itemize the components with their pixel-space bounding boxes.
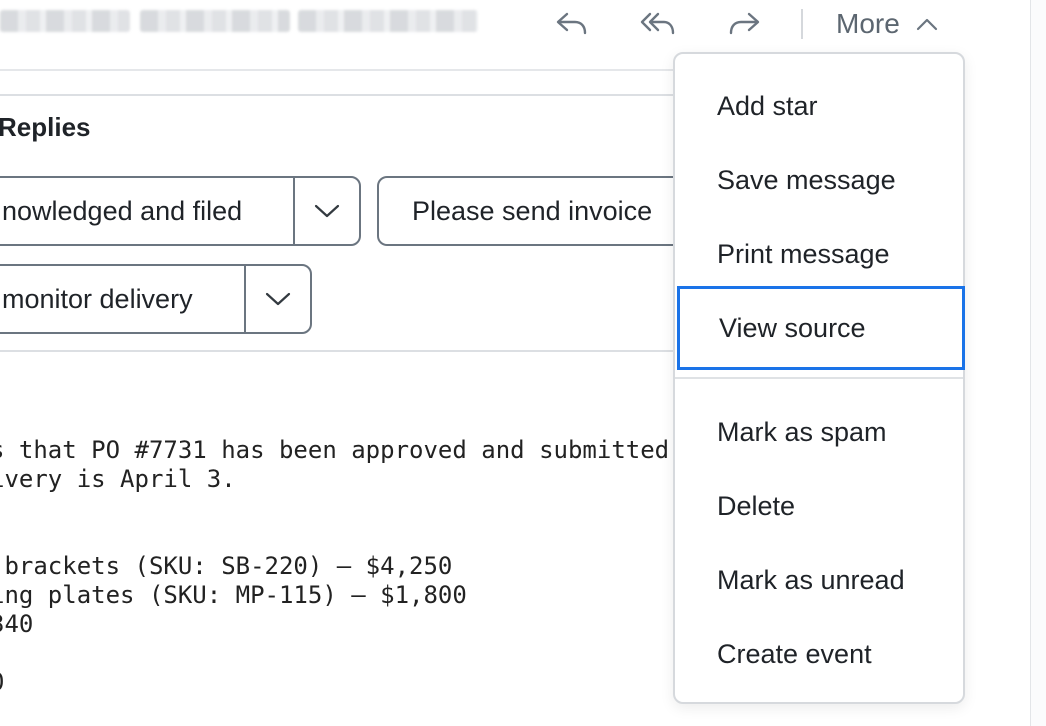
chevron-up-icon	[916, 18, 937, 31]
header-divider	[0, 69, 700, 71]
blurred-sender-text	[298, 10, 478, 32]
menu-item-print-message[interactable]: Print message	[675, 217, 963, 291]
replies-top-divider	[0, 94, 700, 96]
quick-reply-acknowledged: nowledged and filed	[0, 176, 361, 246]
reply-icon[interactable]	[552, 6, 592, 42]
quick-reply-dropdown[interactable]	[244, 266, 310, 332]
menu-item-label: Mark as spam	[717, 416, 887, 447]
blurred-sender-text	[0, 10, 130, 32]
message-line: 340	[0, 610, 34, 638]
email-view: More Replies nowledged and filed Please …	[0, 0, 1046, 726]
message-line: 0	[0, 668, 4, 696]
more-button[interactable]: More	[836, 6, 938, 42]
more-menu: Add star Save message Print message View…	[673, 52, 965, 704]
menu-item-view-source[interactable]: View source	[677, 286, 965, 370]
message-line: ivery is April 3.	[0, 465, 236, 493]
quick-reply-send-invoice[interactable]: Please send invoice	[377, 176, 687, 246]
menu-item-label: Mark as unread	[717, 564, 905, 595]
menu-item-label: Delete	[717, 490, 796, 521]
chevron-down-icon	[266, 292, 291, 306]
menu-item-mark-as-unread[interactable]: Mark as unread	[675, 543, 963, 617]
quick-reply-dropdown[interactable]	[293, 178, 359, 244]
quick-reply-label[interactable]: monitor delivery	[0, 266, 244, 332]
message-line: s that PO #7731 has been approved and su…	[0, 436, 670, 464]
replies-heading: Replies	[0, 112, 91, 142]
menu-item-save-message[interactable]: Save message	[675, 143, 963, 217]
menu-divider	[675, 377, 963, 379]
menu-item-delete[interactable]: Delete	[675, 469, 963, 543]
quick-reply-monitor-delivery: monitor delivery	[0, 264, 312, 334]
menu-item-add-star[interactable]: Add star	[675, 69, 963, 143]
menu-item-label: View source	[719, 312, 866, 343]
message-body: s that PO #7731 has been approved and su…	[0, 436, 669, 697]
menu-item-label: Add star	[717, 90, 818, 121]
menu-item-create-event[interactable]: Create event	[675, 617, 963, 691]
menu-item-mark-as-spam[interactable]: Mark as spam	[675, 395, 963, 469]
message-line: brackets (SKU: SB-220) — $4,250	[0, 552, 453, 580]
forward-icon[interactable]	[724, 6, 764, 42]
more-button-label: More	[836, 8, 900, 39]
toolbar-divider	[801, 9, 803, 39]
menu-item-label: Save message	[717, 164, 896, 195]
replies-bottom-divider	[0, 350, 700, 352]
blurred-sender-text	[140, 10, 290, 32]
menu-item-label: Print message	[717, 238, 890, 269]
quick-reply-label[interactable]: nowledged and filed	[0, 178, 293, 244]
quick-reply-label: Please send invoice	[412, 195, 653, 226]
scrollbar-track[interactable]	[1030, 0, 1046, 726]
chevron-down-icon	[315, 204, 340, 218]
menu-item-label: Create event	[717, 638, 872, 669]
message-line: ing plates (SKU: MP-115) — $1,800	[0, 581, 467, 609]
reply-all-icon[interactable]	[638, 6, 678, 42]
